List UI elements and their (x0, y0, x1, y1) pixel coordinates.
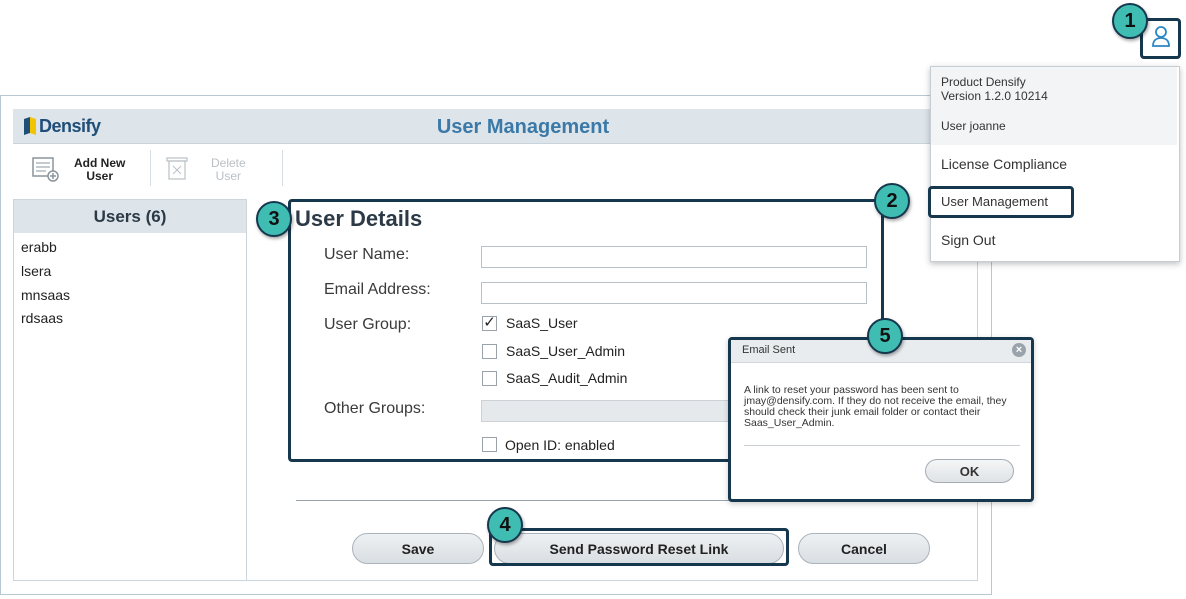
delete-user-label-line2: User (215, 169, 242, 183)
add-user-label-line2: User (86, 169, 114, 183)
saas-user-checkbox[interactable]: ✓ (482, 315, 497, 331)
dialog-title: Email Sent (742, 344, 796, 356)
delete-user-label: Delete User (211, 157, 246, 183)
callout-4: 4 (487, 507, 523, 543)
user-name-label: User Name: (324, 246, 410, 263)
saas-user-label: SaaS_User (506, 315, 578, 331)
user-name-input[interactable] (481, 246, 867, 268)
users-panel (13, 199, 247, 581)
user-icon (1151, 25, 1171, 52)
dialog-divider (744, 445, 1020, 446)
email-address-label: Email Address: (324, 281, 431, 298)
user-group-label: User Group: (324, 316, 412, 333)
callout-2: 2 (874, 183, 910, 219)
toolbar-divider (150, 150, 151, 186)
user-list-item[interactable]: erabb (21, 239, 57, 255)
users-list-header: Users (6) (14, 200, 246, 233)
ok-button[interactable]: OK (925, 459, 1014, 483)
add-user-label: Add New User (74, 157, 125, 183)
user-list-item[interactable]: mnsaas (21, 287, 70, 303)
user-list-item[interactable]: rdsaas (21, 310, 63, 326)
other-groups-label: Other Groups: (324, 400, 426, 417)
open-id-checkbox[interactable] (482, 437, 497, 452)
menu-item-sign-out[interactable]: Sign Out (941, 232, 995, 248)
other-groups-field[interactable] (481, 400, 741, 422)
product-name-text: Product Densify (941, 75, 1026, 89)
save-button[interactable]: Save (352, 533, 484, 564)
callout-1: 1 (1112, 3, 1148, 39)
email-address-input[interactable] (481, 282, 867, 304)
trash-icon (165, 153, 189, 188)
page-title: User Management (436, 116, 610, 138)
user-details-title: User Details (295, 206, 423, 231)
current-user-text: User joanne (941, 119, 1006, 133)
saas-user-admin-checkbox[interactable] (482, 344, 497, 359)
version-text: Version 1.2.0 10214 (941, 89, 1048, 103)
callout-3: 3 (256, 201, 292, 237)
menu-item-license-compliance[interactable]: License Compliance (941, 156, 1067, 172)
add-new-user-button[interactable]: Add New User (30, 150, 125, 190)
cancel-button[interactable]: Cancel (798, 533, 930, 564)
toolbar-divider (282, 150, 283, 186)
add-user-icon (30, 153, 60, 188)
dialog-message: A link to reset your password has been s… (744, 384, 1007, 429)
user-list-item[interactable]: lsera (21, 263, 51, 279)
close-icon[interactable]: × (1012, 343, 1026, 357)
saas-user-admin-label: SaaS_User_Admin (506, 343, 626, 359)
callout-5: 5 (867, 318, 903, 354)
user-management-highlight (928, 186, 1074, 218)
reset-button-highlight (489, 528, 789, 566)
form-divider (296, 500, 736, 501)
delete-user-button[interactable]: Delete User (165, 150, 246, 190)
saas-audit-admin-label: SaaS_Audit_Admin (506, 370, 628, 386)
saas-audit-admin-checkbox[interactable] (482, 371, 497, 386)
open-id-label: Open ID: enabled (505, 437, 615, 453)
